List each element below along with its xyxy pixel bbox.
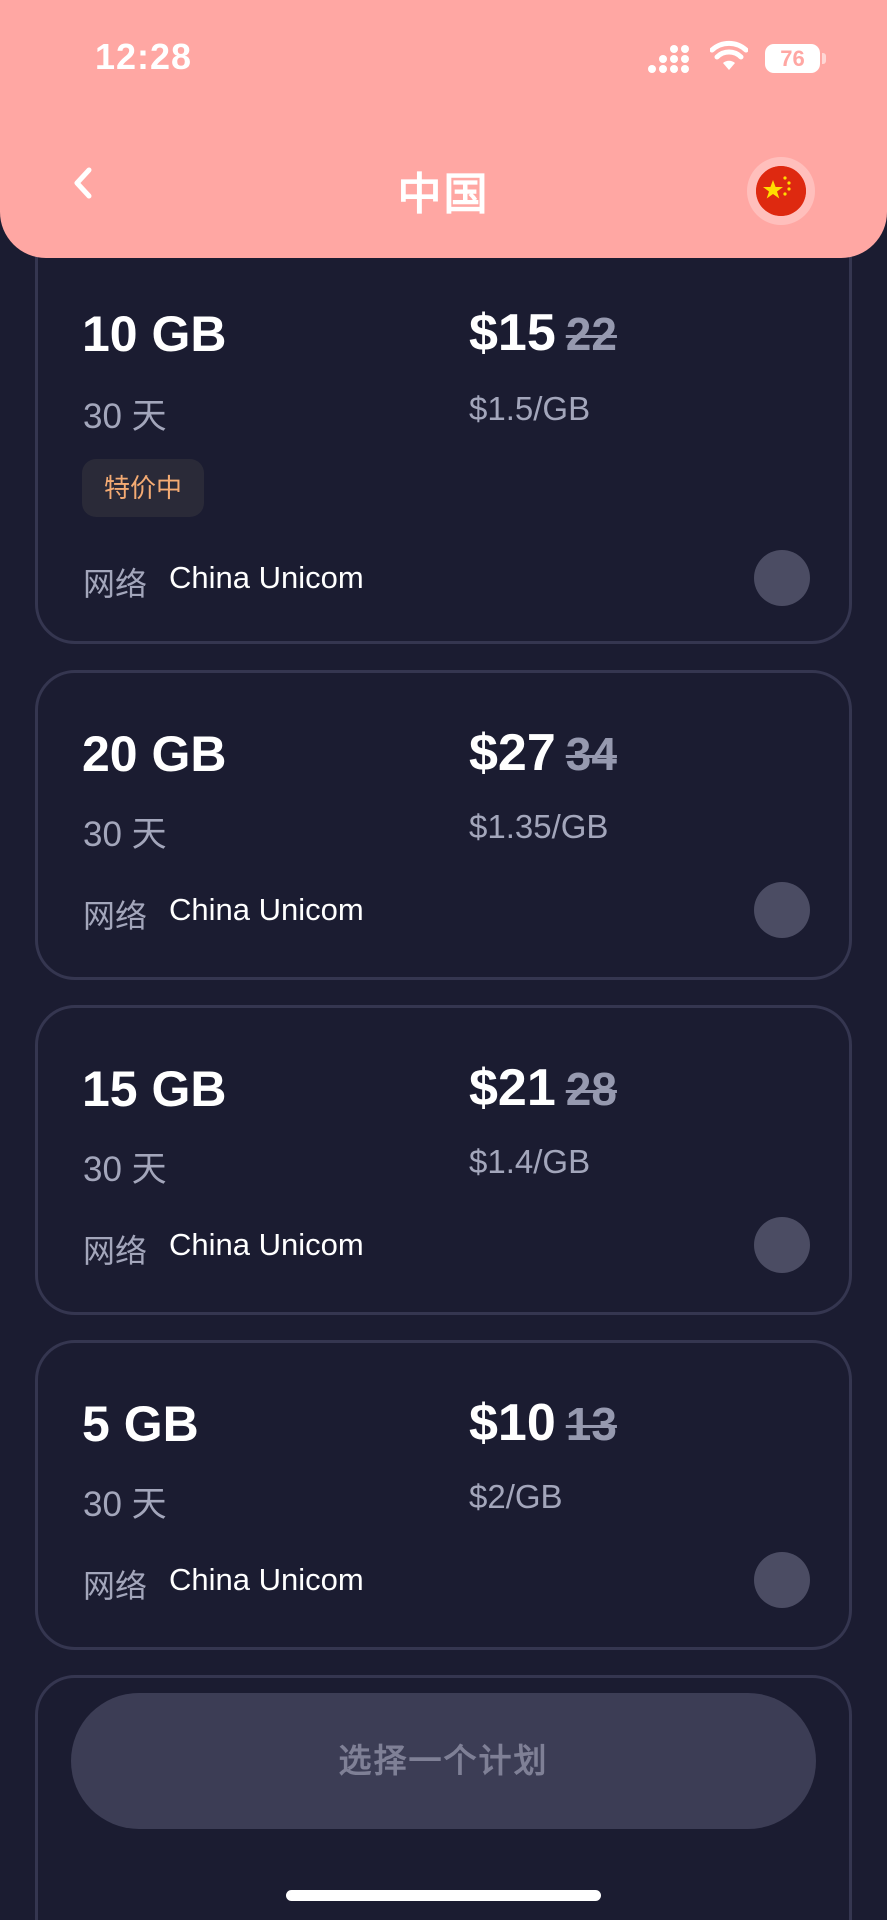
network-value: China Unicom	[169, 1562, 364, 1597]
network-label: 网络	[83, 1568, 148, 1604]
plan-old-price: 34	[565, 728, 617, 780]
plan-selection-screen: 12:28 76 中国 10 GB $15 22 30 天 $1.5/GB 特价…	[0, 0, 887, 1920]
home-indicator	[286, 1890, 601, 1901]
select-plan-button[interactable]: 选择一个计划	[71, 1693, 816, 1829]
network-value: China Unicom	[169, 892, 364, 927]
network-label: 网络	[83, 898, 148, 934]
plan-price-group: $27 34	[469, 723, 617, 783]
plan-price-per-gb: $2/GB	[469, 1478, 563, 1515]
plan-price: $21	[469, 1059, 556, 1117]
plan-price: $27	[469, 724, 556, 782]
network-value: China Unicom	[169, 1227, 364, 1262]
network-label: 网络	[83, 1233, 148, 1269]
plan-data-amount: 20 GB	[82, 726, 227, 782]
battery-icon: 76	[765, 44, 820, 73]
plan-price-group: $10 13	[469, 1393, 617, 1453]
cellular-signal-icon	[648, 45, 689, 73]
plan-price-per-gb: $1.5/GB	[469, 390, 591, 427]
plan-duration: 30 天	[83, 1150, 167, 1189]
plan-price-per-gb: $1.4/GB	[469, 1143, 591, 1180]
plan-card-5gb[interactable]: 5 GB $10 13 30 天 $2/GB 网络 China Unicom	[35, 1340, 852, 1650]
plan-price: $15	[469, 304, 556, 362]
header: 12:28 76 中国	[0, 0, 887, 258]
country-flag-button[interactable]	[747, 157, 815, 225]
plan-price: $10	[469, 1394, 556, 1452]
plan-price-group: $21 28	[469, 1058, 617, 1118]
plan-radio-button[interactable]	[754, 1552, 810, 1608]
plan-data-amount: 5 GB	[82, 1396, 199, 1452]
plan-card-20gb[interactable]: 20 GB $27 34 30 天 $1.35/GB 网络 China Unico…	[35, 670, 852, 980]
plan-duration: 30 天	[83, 815, 167, 854]
status-time: 12:28	[95, 36, 193, 77]
plan-radio-button[interactable]	[754, 882, 810, 938]
plan-duration: 30 天	[83, 1485, 167, 1524]
plan-duration: 30 天	[83, 397, 167, 436]
network-value: China Unicom	[169, 560, 364, 595]
plan-old-price: 28	[565, 1063, 617, 1115]
plan-radio-button[interactable]	[754, 1217, 810, 1273]
network-label: 网络	[83, 566, 148, 602]
china-flag-icon	[756, 166, 806, 216]
plan-radio-button[interactable]	[754, 550, 810, 606]
plan-card-15gb[interactable]: 15 GB $21 28 30 天 $1.4/GB 网络 China Unicom	[35, 1005, 852, 1315]
plan-old-price: 13	[565, 1398, 617, 1450]
plan-price-per-gb: $1.35/GB	[469, 808, 609, 845]
plan-old-price: 22	[565, 308, 617, 360]
wifi-icon	[710, 40, 748, 70]
plan-data-amount: 10 GB	[82, 306, 227, 362]
plan-data-amount: 15 GB	[82, 1061, 227, 1117]
battery-tip	[822, 53, 826, 64]
promo-badge: 特价中	[82, 459, 205, 517]
plan-price-group: $15 22	[469, 303, 617, 363]
plan-card-10gb[interactable]: 10 GB $15 22 30 天 $1.5/GB 特价中 网络 China Un…	[35, 240, 852, 644]
